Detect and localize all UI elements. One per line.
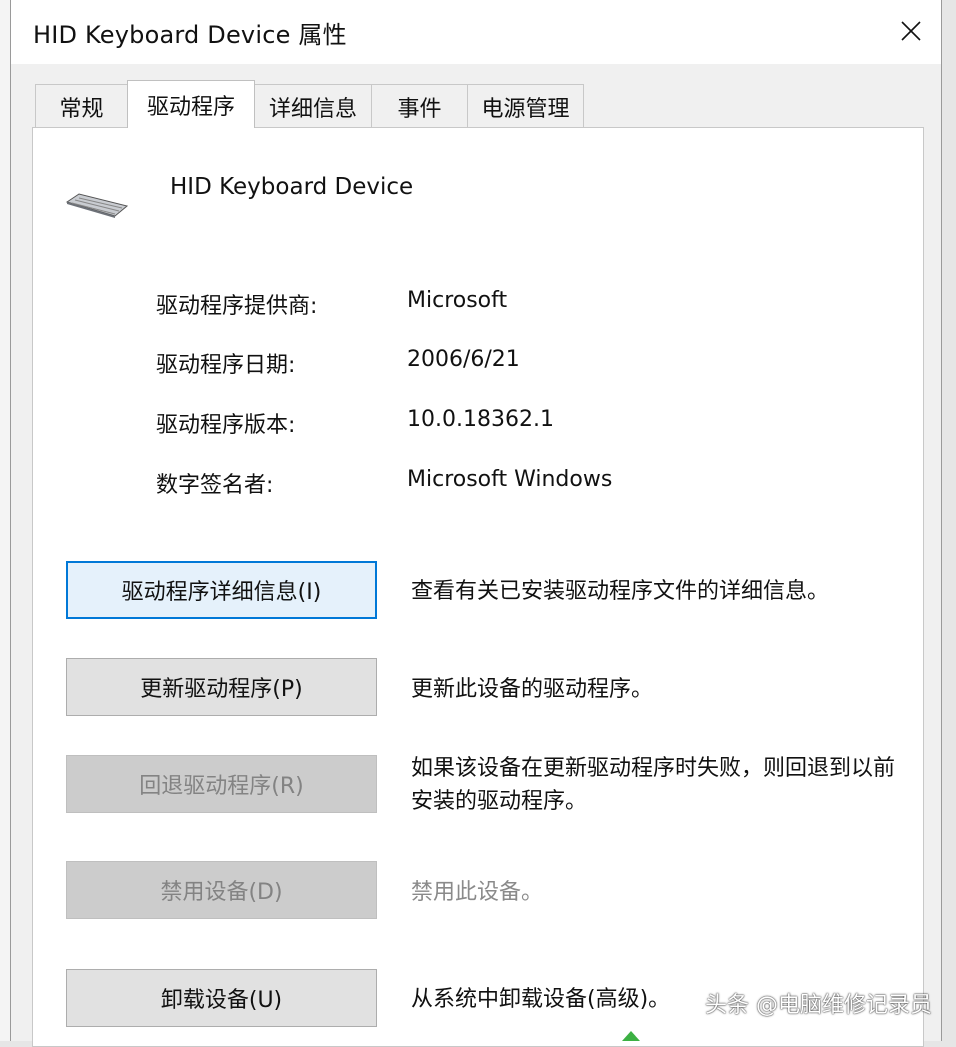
disable-device-desc: 禁用此设备。 [411, 876, 901, 909]
tab-details[interactable]: 详细信息 [254, 84, 372, 128]
green-arrow-icon [622, 1031, 640, 1041]
tab-label: 详细信息 [269, 91, 357, 123]
disable-device-button[interactable]: 禁用设备(D) [66, 861, 377, 919]
rollback-driver-desc: 如果该设备在更新驱动程序时失败，则回退到以前安装的驱动程序。 [411, 752, 901, 818]
close-icon [900, 20, 922, 42]
device-name: HID Keyboard Device [170, 174, 413, 200]
background-window-edge [0, 0, 10, 1041]
update-driver-desc: 更新此设备的驱动程序。 [411, 673, 901, 706]
tab-label: 常规 [59, 91, 103, 123]
uninstall-device-button[interactable]: 卸载设备(U) [66, 969, 377, 1027]
driver-details-desc: 查看有关已安装驱动程序文件的详细信息。 [411, 575, 901, 608]
tab-strip: 常规 驱动程序 详细信息 事件 电源管理 [35, 82, 583, 128]
driver-version-label: 驱动程序版本: [156, 407, 295, 439]
window-title: HID Keyboard Device 属性 [33, 15, 347, 50]
tab-events[interactable]: 事件 [371, 84, 468, 128]
update-driver-button[interactable]: 更新驱动程序(P) [66, 658, 377, 716]
tab-label: 驱动程序 [147, 89, 235, 121]
tab-general[interactable]: 常规 [35, 84, 128, 128]
watermark: 头条 @电脑维修记录员 [705, 987, 932, 1019]
title-bar: HID Keyboard Device 属性 [11, 0, 941, 64]
tab-power-management[interactable]: 电源管理 [467, 84, 584, 128]
driver-details-button[interactable]: 驱动程序详细信息(I) [66, 561, 377, 619]
tab-label: 电源管理 [481, 91, 569, 123]
tab-driver[interactable]: 驱动程序 [127, 80, 255, 128]
driver-tab-panel: HID Keyboard Device 驱动程序提供商: Microsoft 驱… [32, 127, 924, 1047]
keyboard-icon [65, 192, 129, 218]
rollback-driver-button[interactable]: 回退驱动程序(R) [66, 755, 377, 813]
digital-signer-label: 数字签名者: [156, 467, 273, 499]
tab-label: 事件 [397, 91, 441, 123]
digital-signer-value: Microsoft Windows [407, 467, 612, 492]
driver-provider-label: 驱动程序提供商: [156, 288, 317, 320]
driver-date-label: 驱动程序日期: [156, 347, 295, 379]
close-button[interactable] [881, 0, 941, 62]
driver-version-value: 10.0.18362.1 [407, 407, 554, 432]
properties-dialog: HID Keyboard Device 属性 常规 驱动程序 详细信息 事件 电… [10, 0, 942, 1041]
driver-provider-value: Microsoft [407, 288, 507, 313]
driver-date-value: 2006/6/21 [407, 347, 520, 372]
